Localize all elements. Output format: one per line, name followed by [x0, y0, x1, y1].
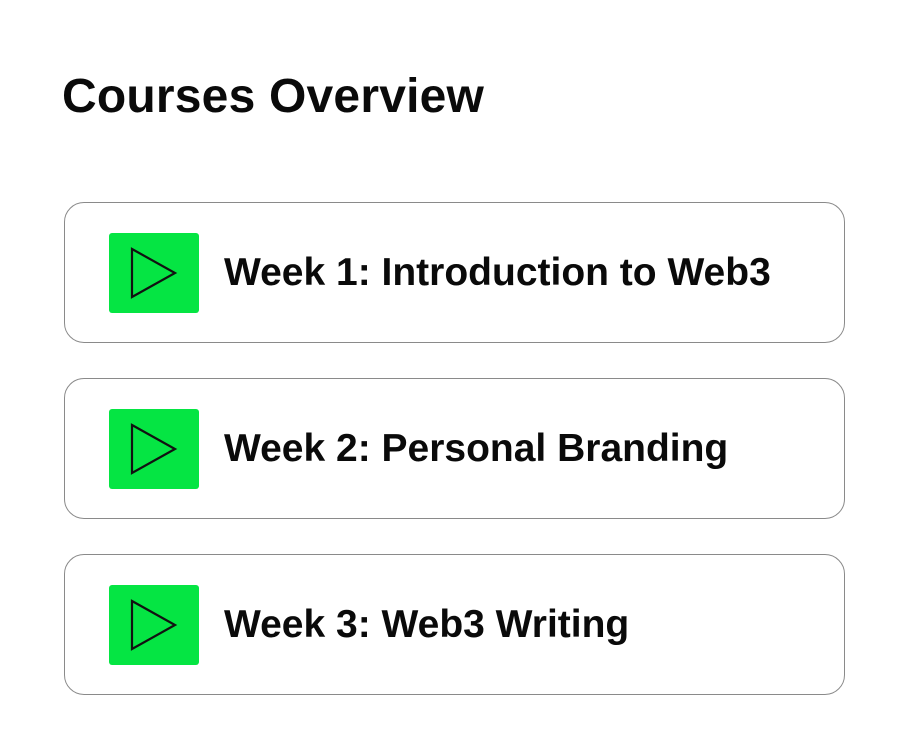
play-icon: [109, 232, 199, 313]
play-icon: [109, 584, 199, 665]
course-card-week-2[interactable]: Week 2: Personal Branding: [64, 378, 845, 519]
course-card-week-1[interactable]: Week 1: Introduction to Web3: [64, 202, 845, 343]
course-list: Week 1: Introduction to Web3 Week 2: Per…: [64, 202, 845, 695]
play-icon: [109, 408, 199, 489]
course-title: Week 3: Web3 Writing: [224, 602, 630, 646]
course-title: Week 1: Introduction to Web3: [224, 250, 771, 294]
course-title: Week 2: Personal Branding: [224, 426, 729, 470]
course-card-week-3[interactable]: Week 3: Web3 Writing: [64, 554, 845, 695]
page-title: Courses Overview: [62, 70, 485, 123]
